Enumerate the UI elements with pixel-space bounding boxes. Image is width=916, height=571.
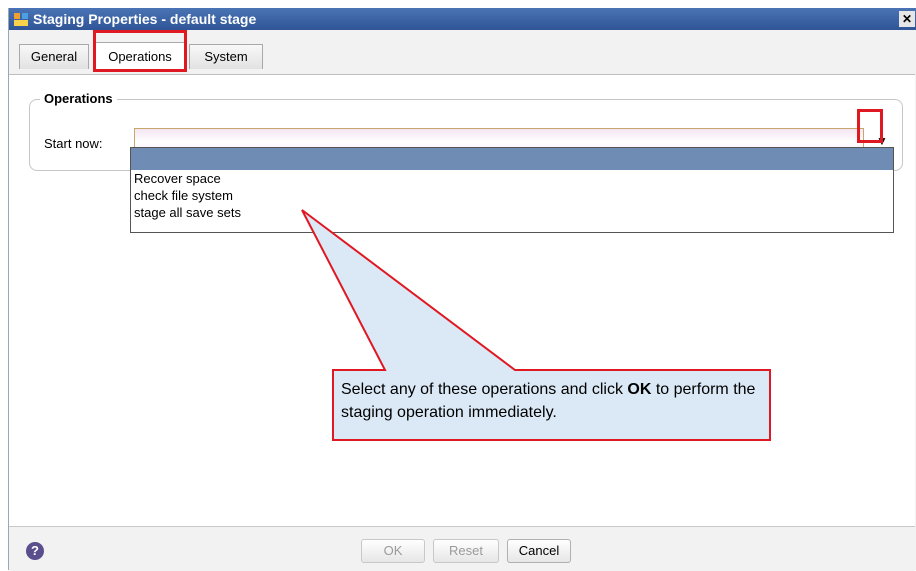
callout-text: Select any of these operations and click… [341, 381, 756, 421]
callout-balloon [301, 209, 771, 441]
